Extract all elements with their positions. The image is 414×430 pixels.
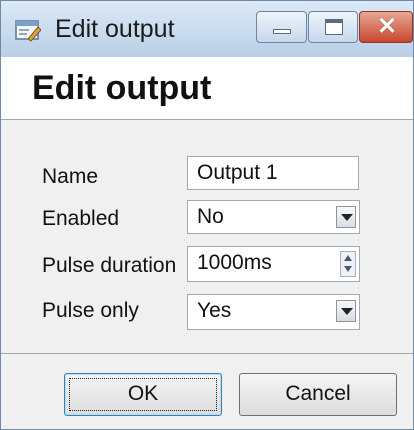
footer-divider (1, 353, 413, 354)
chevron-down-icon (341, 214, 353, 221)
name-field[interactable]: Output 1 (187, 156, 359, 190)
enabled-label: Enabled (42, 207, 120, 230)
ok-button[interactable]: OK (64, 373, 222, 416)
maximize-icon (325, 19, 343, 35)
cancel-button-label: Cancel (285, 382, 351, 405)
pulse-duration-spinner[interactable] (340, 251, 356, 277)
window-title: Edit output (55, 15, 175, 43)
spin-down-icon[interactable] (344, 266, 352, 272)
pulse-duration-value: 1000ms (197, 251, 272, 274)
pulse-duration-label: Pulse duration (42, 254, 177, 277)
page-title: Edit output (32, 69, 212, 107)
chevron-down-icon (341, 308, 353, 315)
minimize-button[interactable] (256, 11, 307, 43)
close-icon: ✕ (376, 13, 398, 40)
focus-ring (69, 378, 217, 411)
pulse-only-dropdown-button[interactable] (336, 300, 356, 322)
enabled-dropdown-button[interactable] (336, 206, 356, 228)
dialog-header: Edit output (1, 57, 413, 120)
maximize-button[interactable] (308, 11, 358, 43)
name-label: Name (42, 165, 99, 188)
pulse-duration-field[interactable]: 1000ms (187, 246, 360, 282)
spin-up-icon[interactable] (344, 255, 352, 261)
title-bar[interactable]: Edit output ✕ (1, 1, 413, 57)
name-value: Output 1 (197, 161, 278, 184)
pulse-only-label: Pulse only (42, 299, 139, 322)
close-button[interactable]: ✕ (359, 11, 413, 43)
minimize-icon (273, 29, 291, 34)
enabled-value: No (197, 205, 224, 228)
edit-window-icon (15, 20, 41, 42)
pulse-only-select[interactable]: Yes (187, 294, 360, 330)
dialog-window: Edit output ✕ Edit output Name Output 1 … (0, 0, 414, 430)
pulse-only-value: Yes (197, 299, 232, 322)
cancel-button[interactable]: Cancel (239, 373, 397, 416)
enabled-select[interactable]: No (187, 200, 360, 234)
